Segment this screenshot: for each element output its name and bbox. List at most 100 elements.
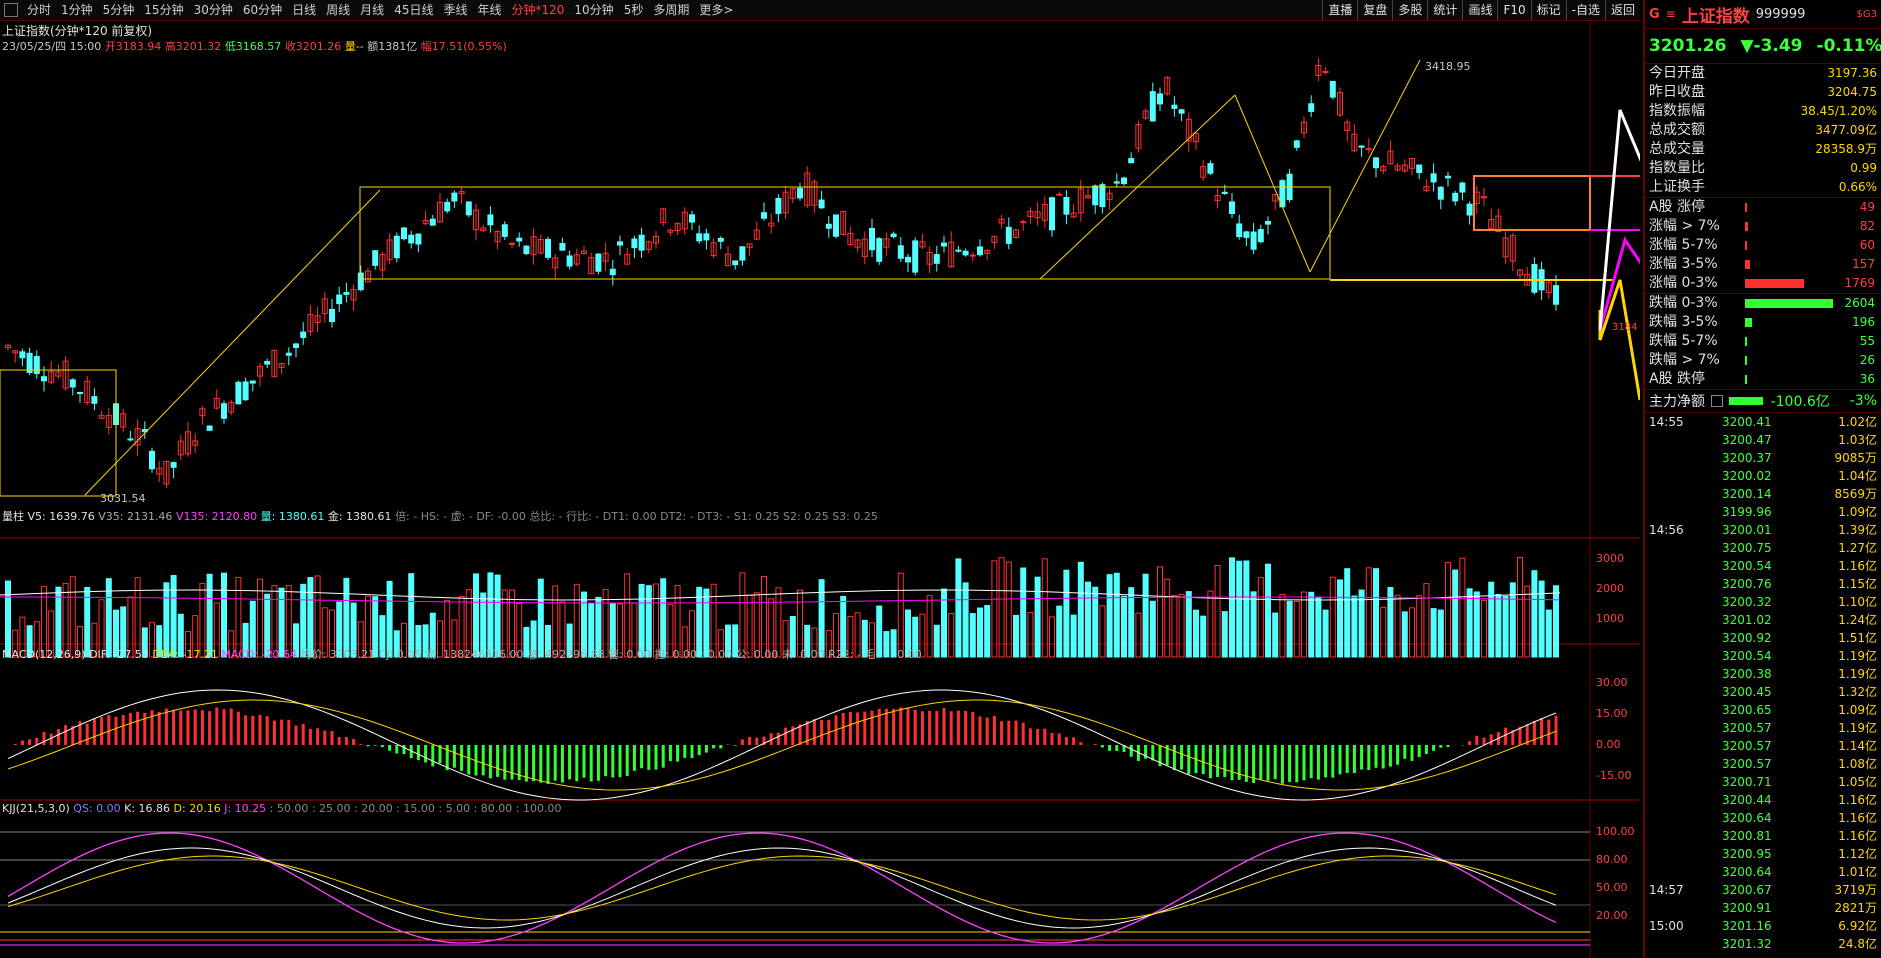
candle-body [235,381,242,405]
volume-bar [1070,614,1077,658]
tick-price: 3200.14 [1722,487,1772,501]
tick-amount: 1.02亿 [1838,415,1877,429]
candle-body [127,438,134,441]
candle-body [285,352,292,356]
candle-body [595,253,602,272]
volume-bar [1185,591,1192,658]
volume-bar [1121,595,1127,658]
distribution-label: 涨幅 3-5% [1649,256,1718,272]
candle-body [1308,103,1315,112]
volume-bar [1495,593,1502,658]
stat-label: 指数量比 [1649,160,1705,176]
volume-bar [1531,570,1538,658]
candle-body [1207,163,1214,174]
tick-row: 3199.96 1.09亿 [1645,503,1881,521]
candle-body [1466,203,1473,216]
candle-body [429,218,436,226]
tick-amount: 1.03亿 [1838,433,1877,447]
tick-row: 3200.14 8569万 [1645,485,1881,503]
volume-bar [1538,580,1545,658]
distribution-row[interactable]: 跌幅 3-5% 196 [1645,313,1881,332]
tick-row: 3201.02 1.24亿 [1645,611,1881,629]
stat-label: 总成交额 [1649,122,1705,138]
menu-icon[interactable]: ≡ [1666,7,1676,21]
candle-body [1020,221,1027,224]
tick-price: 3200.54 [1722,559,1772,573]
tick-row: 3201.32 24.8亿 [1645,935,1881,953]
distribution-row[interactable]: A股 涨停 49 [1645,198,1881,217]
volume-bar [1013,614,1019,658]
volume-bar [1401,611,1408,658]
distribution-row[interactable]: 涨幅 > 7% 82 [1645,217,1881,236]
g-badge[interactable]: G [1649,7,1660,22]
stat-value: 0.99 [1850,161,1877,175]
tick-price: 3200.67 [1722,883,1772,897]
distribution-row[interactable]: 涨幅 0-3% 1769 [1645,274,1881,293]
macd-macd: MACD: -20.64 [221,648,297,661]
tick-list[interactable]: 14:55 3200.41 1.02亿 3200.47 1.03亿 3200.37 9085… [1645,413,1881,953]
volume-bar [1286,600,1293,658]
tick-amount: 3719万 [1834,883,1877,897]
kdj-axis-tick: 20.00 [1596,909,1628,922]
tick-price: 3200.37 [1722,451,1772,465]
volume-bar [1243,560,1250,658]
volume-bar [1445,562,1451,658]
stat-row: 昨日收盘 3204.75 [1645,83,1881,102]
volume-bar [1077,561,1084,658]
vol-liang: 量: 1380.61 [260,510,325,523]
volume-bar [1322,609,1329,658]
volume-bar [984,605,991,658]
distribution-row[interactable]: 涨幅 5-7% 60 [1645,236,1881,255]
candle-body [1452,192,1459,202]
candle-body [509,242,515,245]
distribution-label: A股 跌停 [1649,371,1706,387]
candle-body [732,260,739,266]
candle-body [1171,104,1178,109]
tick-price: 3200.76 [1722,577,1772,591]
tick-price: 3200.95 [1722,847,1772,861]
distribution-row[interactable]: 跌幅 5-7% 55 [1645,332,1881,351]
stat-row: 指数振幅 38.45/1.20% [1645,102,1881,121]
macd-panel-label: MACD(12,26,9) DIF: -27.53 DEA: -17.21 MA… [2,646,922,662]
candle-body [1437,186,1444,200]
tick-amount: 6.92亿 [1838,919,1877,933]
distribution-label: 跌幅 3-5% [1649,314,1718,330]
candle-body [329,308,335,323]
tick-amount: 8569万 [1834,487,1877,501]
volume-bar [1056,605,1063,658]
volume-bar [1380,606,1387,658]
candle-body [1128,158,1135,164]
net-flow-value: -100.6亿 [1770,394,1830,410]
distribution-bar [1745,279,1804,288]
candle-body [1358,145,1365,148]
volume-bar [991,560,998,658]
candle-body [69,379,76,388]
kdj-panel-label: KJJ(21,5,3,0) QS: 0.00 K: 16.86 D: 20.16… [2,802,562,815]
kdj-d: D: 20.16 [173,802,221,815]
volume-bar [1409,607,1415,658]
tick-price: 3200.92 [1722,631,1772,645]
tick-row: 3200.71 1.05亿 [1645,773,1881,791]
distribution-row[interactable]: 跌幅 > 7% 26 [1645,351,1881,370]
distribution-row[interactable]: 跌幅 0-3% 2604 [1645,294,1881,313]
macd-rest: 均价: 3203.21 CJ: 0.06 流: 138246336.00 总: … [300,648,922,661]
distribution-value: 82 [1859,219,1875,233]
volume-bar [1481,599,1487,658]
candle-body [1416,164,1423,174]
distribution-row[interactable]: A股 跌停 36 [1645,370,1881,389]
stat-value: 3197.36 [1827,66,1877,80]
candle-body [41,376,47,382]
tick-amount: 1.16亿 [1838,811,1877,825]
candle-body [444,201,451,212]
info-icon[interactable] [1711,395,1723,407]
macd-axis-tick: 30.00 [1596,676,1628,689]
candle-body [242,381,249,401]
candle-body [1265,221,1271,225]
candle-body [206,425,213,431]
candle-body [977,246,983,256]
distribution-row[interactable]: 涨幅 3-5% 157 [1645,255,1881,274]
candle-body [1229,201,1235,215]
candle-body [408,234,415,244]
volume-bar [473,573,479,658]
volume-bar [1293,600,1300,658]
